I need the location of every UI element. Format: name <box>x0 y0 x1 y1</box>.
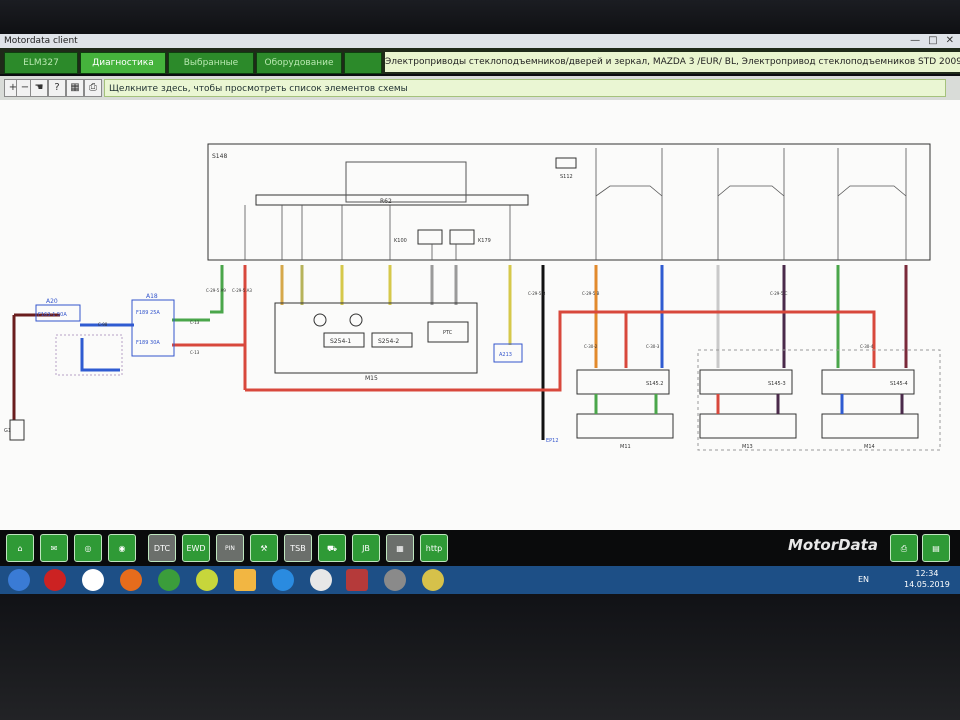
label-m14: M14 <box>864 444 875 450</box>
dtc-button[interactable]: DTC <box>148 534 176 562</box>
wiring-diagram-canvas[interactable]: S148 R62 K100 K179 S112 M15 S254-1 S254-… <box>0 100 960 530</box>
notes-icon[interactable] <box>234 569 256 591</box>
connector-c13-b: C-13 <box>190 350 200 355</box>
block-m14[interactable] <box>821 413 919 439</box>
ie-icon[interactable] <box>272 569 294 591</box>
connector-b2: C-29-5 B <box>582 291 600 296</box>
tab-equipment[interactable]: Оборудование <box>256 52 342 74</box>
pin-data-button[interactable]: PIN DATA <box>216 534 244 580</box>
window-title: Motordata client <box>0 34 960 48</box>
language-indicator[interactable]: EN <box>858 566 869 594</box>
label-s145-2: S145.2 <box>646 381 664 387</box>
breadcrumb: Электроприводы стеклоподъемников/дверей … <box>385 52 960 72</box>
help-icon[interactable]: ? <box>48 79 66 97</box>
label-a20: A20 <box>46 298 58 305</box>
connector-c13: C-13 <box>190 320 200 325</box>
block-a18[interactable] <box>131 299 175 357</box>
steering-icon[interactable]: ◉ <box>108 534 136 562</box>
label-a18: A18 <box>146 293 158 300</box>
block-m13[interactable] <box>699 413 797 439</box>
block-s112[interactable] <box>555 157 577 169</box>
connector-b: C-29-5 B <box>528 291 546 296</box>
label-m11: M11 <box>620 444 631 450</box>
block-m11[interactable] <box>576 413 674 439</box>
tab-elm327[interactable]: ELM327 <box>4 52 78 74</box>
connector-a3: C-29-5 A3 <box>232 288 252 293</box>
connector-c98: C-98 <box>98 322 108 327</box>
connector-c30-4: C-30-4 <box>860 344 874 349</box>
paint-icon[interactable] <box>422 569 444 591</box>
connector-a9: C-29-5 A9 <box>206 288 226 293</box>
label-ep12: EP12 <box>546 438 559 444</box>
hand-icon[interactable]: ☚ <box>30 79 48 97</box>
monitor-bezel-bottom <box>0 594 960 720</box>
label-k179: K179 <box>478 238 491 244</box>
junction-button[interactable]: JB <box>352 534 380 562</box>
firefox-icon[interactable] <box>120 569 142 591</box>
grid-icon[interactable]: ▦ <box>386 534 414 562</box>
home-icon[interactable]: ⌂ <box>6 534 34 562</box>
element-list-hint[interactable]: Щелкните здесь, чтобы просмотреть список… <box>104 79 946 97</box>
connector-c30-3: C-30-3 <box>646 344 660 349</box>
steering-app-icon[interactable] <box>384 569 406 591</box>
tab-diagnostics[interactable]: Диагностика <box>80 52 166 74</box>
clock-time: 12:34 <box>915 569 939 578</box>
tab-extra[interactable] <box>344 52 382 74</box>
label-f163: F163-1 50A <box>38 312 67 318</box>
label-s148: S148 <box>212 153 227 160</box>
ewd-button[interactable]: EWD <box>182 534 210 562</box>
label-g1: G1 <box>4 428 11 434</box>
label-s145-4: S145-4 <box>890 381 908 387</box>
tab-selected-schemes[interactable]: Выбранные схемы <box>168 52 254 88</box>
truck-icon[interactable]: ⛟ <box>318 534 346 562</box>
region-right-doors <box>697 349 941 451</box>
label-m13: M13 <box>742 444 753 450</box>
block-g1[interactable] <box>9 419 25 441</box>
at-icon[interactable] <box>196 569 218 591</box>
wiring-diagram: S148 R62 K100 K179 S112 M15 S254-1 S254-… <box>4 143 941 451</box>
brand-logo: MotorData <box>788 536 878 554</box>
block-r62[interactable] <box>255 194 529 206</box>
monitor-bezel-top <box>0 0 960 34</box>
close-button[interactable]: ✕ <box>946 34 954 48</box>
brake-icon[interactable]: ◎ <box>74 534 102 562</box>
clock-date: 14.05.2019 <box>904 580 950 589</box>
print-bottom-icon[interactable]: ⎙ <box>890 534 918 562</box>
label-k100: K100 <box>394 238 407 244</box>
block-k100[interactable] <box>417 229 443 245</box>
relay-group <box>345 161 467 203</box>
chat-icon[interactable]: ✉ <box>40 534 68 562</box>
minimize-button[interactable]: — <box>910 34 920 48</box>
label-f189-25: F189 25A <box>136 310 160 316</box>
book-icon[interactable]: ▤ <box>922 534 950 562</box>
label-a213: A213 <box>499 352 512 358</box>
motordata-icon[interactable] <box>346 569 368 591</box>
system-clock[interactable]: 12:34 14.05.2019 <box>904 568 950 590</box>
clock-icon[interactable] <box>310 569 332 591</box>
label-f189-30: F189 30A <box>136 340 160 346</box>
block-s148[interactable] <box>207 143 931 261</box>
block-k179[interactable] <box>449 229 475 245</box>
connector-c: C-29-5 C <box>770 291 788 296</box>
yandex-icon[interactable] <box>82 569 104 591</box>
maximize-button[interactable]: □ <box>928 34 937 48</box>
label-s254-2: S254-2 <box>378 338 399 345</box>
label-s145-3: S145-3 <box>768 381 786 387</box>
chrome-icon[interactable] <box>158 569 180 591</box>
window-controls: — □ ✕ <box>910 34 954 48</box>
connector-c30-2: C-30-2 <box>584 344 598 349</box>
windows-taskbar <box>0 566 960 594</box>
start-icon[interactable] <box>8 569 30 591</box>
label-ptc-m15: PTC <box>443 330 453 336</box>
block-m15[interactable] <box>274 302 478 374</box>
opera-icon[interactable] <box>44 569 66 591</box>
color-icon[interactable]: ▦ <box>66 79 84 97</box>
label-s112: S112 <box>560 174 573 180</box>
web-button[interactable]: http <box>420 534 448 562</box>
label-s254-1: S254-1 <box>330 338 351 345</box>
tools-icon[interactable]: ⚒ <box>250 534 278 562</box>
print-icon[interactable]: ⎙ <box>84 79 102 97</box>
tsb-button[interactable]: TSB <box>284 534 312 562</box>
label-m15: M15 <box>365 375 378 382</box>
